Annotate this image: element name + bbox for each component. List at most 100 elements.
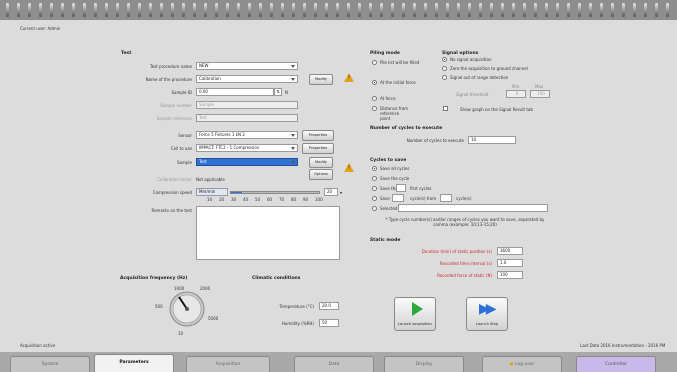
tab-data[interactable]: Data (294, 356, 374, 372)
row-label: Test procedure name (149, 64, 192, 69)
static-title: Static mode (370, 238, 401, 243)
sample-number-field[interactable]: Sample (196, 101, 298, 109)
piling-radio[interactable] (372, 60, 377, 65)
from-label: cycle(s) from (410, 196, 437, 201)
save-radio[interactable] (372, 176, 377, 181)
binder-ring (127, 3, 130, 17)
binder-ring (600, 3, 603, 17)
binder-ring (325, 3, 328, 17)
binder-ring (292, 3, 295, 17)
binder-ring (39, 3, 42, 17)
spin-icon[interactable]: ⇅ (274, 88, 282, 96)
signal-radio[interactable] (442, 66, 447, 71)
piling-radio[interactable] (372, 96, 377, 101)
piling-radio[interactable] (372, 80, 377, 85)
temperature-field[interactable]: 20.0 (319, 302, 339, 310)
procedure-select[interactable]: Calibration (196, 75, 298, 83)
sample-id-field[interactable]: 0.00 (196, 88, 274, 96)
sample-select[interactable]: Test (196, 158, 298, 166)
first-count-field[interactable] (396, 184, 406, 192)
slider-tick-label: 20 (219, 197, 225, 202)
frequency-dial[interactable] (162, 284, 212, 334)
temperature-label: Temperature (°C) (279, 304, 314, 309)
slider-ticks: 10 20 30 40 50 60 70 80 90 100 (207, 197, 325, 203)
binder-ring (204, 3, 207, 17)
cycles-title: Number of cycles to execute (370, 126, 443, 131)
row-label: Cell to use (170, 146, 192, 151)
modify-button[interactable]: Modify (309, 157, 333, 168)
binder-ring (193, 3, 196, 17)
save-radio[interactable] (372, 166, 377, 171)
binder-ring (523, 3, 526, 17)
static-field[interactable]: 100 (497, 271, 523, 279)
dropdown-arrow-icon[interactable]: ▾ (340, 190, 344, 195)
static-field[interactable]: 1.0 (497, 259, 523, 267)
slider-tick-label: 40 (243, 197, 249, 202)
binder-ring (578, 3, 581, 17)
signal-radio[interactable] (442, 75, 447, 80)
speed-slider-fill (231, 192, 242, 193)
launch-stop-button[interactable]: ▶▶ Launch Stop (466, 297, 508, 331)
show-graph-checkbox[interactable] (443, 106, 448, 111)
piling-option: At the initial force (380, 80, 416, 85)
binder-ring (512, 3, 515, 17)
save-radio[interactable] (372, 186, 377, 191)
threshold-min-field[interactable]: 0 (506, 90, 526, 98)
tab-acquisition[interactable]: Acquisition (186, 356, 270, 372)
threshold-max-field[interactable]: 100 (530, 90, 550, 98)
binder-ring (457, 3, 460, 17)
save-option: Save the (380, 186, 398, 191)
binder-ring (138, 3, 141, 17)
tab-display[interactable]: Display (384, 356, 464, 372)
slider-tick-label: 10 (207, 197, 213, 202)
speed-unit-label: Mm/min (196, 188, 228, 196)
launch-acquisition-button[interactable]: Launch acquisition (394, 297, 436, 331)
cell-select[interactable]: IMPACT: FTC2 - 1 Compression (196, 144, 298, 152)
sample-reference-field[interactable]: Test (196, 114, 298, 122)
speed-value[interactable]: 20 (324, 188, 338, 196)
properties-button[interactable]: Properties (302, 143, 334, 154)
tab-log-user[interactable]: ● Log user (482, 356, 562, 372)
properties-button[interactable]: Properties (302, 130, 334, 141)
selected-cycles-field[interactable] (398, 204, 548, 212)
humidity-field[interactable]: 50 (319, 319, 339, 327)
binder-ring (259, 3, 262, 17)
save-radio[interactable] (372, 196, 377, 201)
binder-ring (61, 3, 64, 17)
tab-controller[interactable]: Controller (576, 356, 656, 372)
binder-ring (369, 3, 372, 17)
options-button[interactable]: Options (309, 169, 333, 180)
warning-glyph: ! (348, 165, 351, 171)
tab-parameters[interactable]: Parameters (94, 354, 174, 372)
binder-ring (380, 3, 383, 17)
procedure-name-select[interactable]: NEW (196, 62, 298, 70)
comments-textarea[interactable] (196, 206, 340, 260)
binder-ring (149, 3, 152, 17)
binder-ring (116, 3, 119, 17)
signal-radio[interactable] (442, 57, 447, 62)
row-label: Sensor (178, 133, 192, 138)
save-radio[interactable] (372, 206, 377, 211)
speed-slider[interactable] (230, 191, 320, 194)
piling-option: At force (380, 96, 396, 101)
binder-ring (314, 3, 317, 17)
tab-system[interactable]: System (10, 356, 90, 372)
from-field[interactable] (440, 194, 452, 202)
piling-title: Piling mode (370, 51, 400, 56)
sensor-select[interactable]: Force 5 Fixtures 1 kN 2 (196, 131, 298, 139)
modify-button[interactable]: Modify (309, 74, 333, 85)
signal-title: Signal options (442, 51, 479, 56)
binder-ring (72, 3, 75, 17)
save-note: * Type cycle number(s) and/or ranges of … (385, 217, 545, 227)
slider-tick-label: 60 (267, 197, 273, 202)
humidity-label: Humidity (%RH) (281, 321, 314, 326)
binder-ring (556, 3, 559, 17)
save-option: Save (380, 196, 390, 201)
binder-ring (655, 3, 658, 17)
binder-ring (6, 3, 9, 17)
piling-radio[interactable] (372, 106, 377, 111)
every-field[interactable] (392, 194, 404, 202)
cycles-field[interactable]: 10 (468, 136, 516, 144)
col-min-label: Min (512, 84, 520, 89)
static-field[interactable]: 3600 (497, 247, 523, 255)
